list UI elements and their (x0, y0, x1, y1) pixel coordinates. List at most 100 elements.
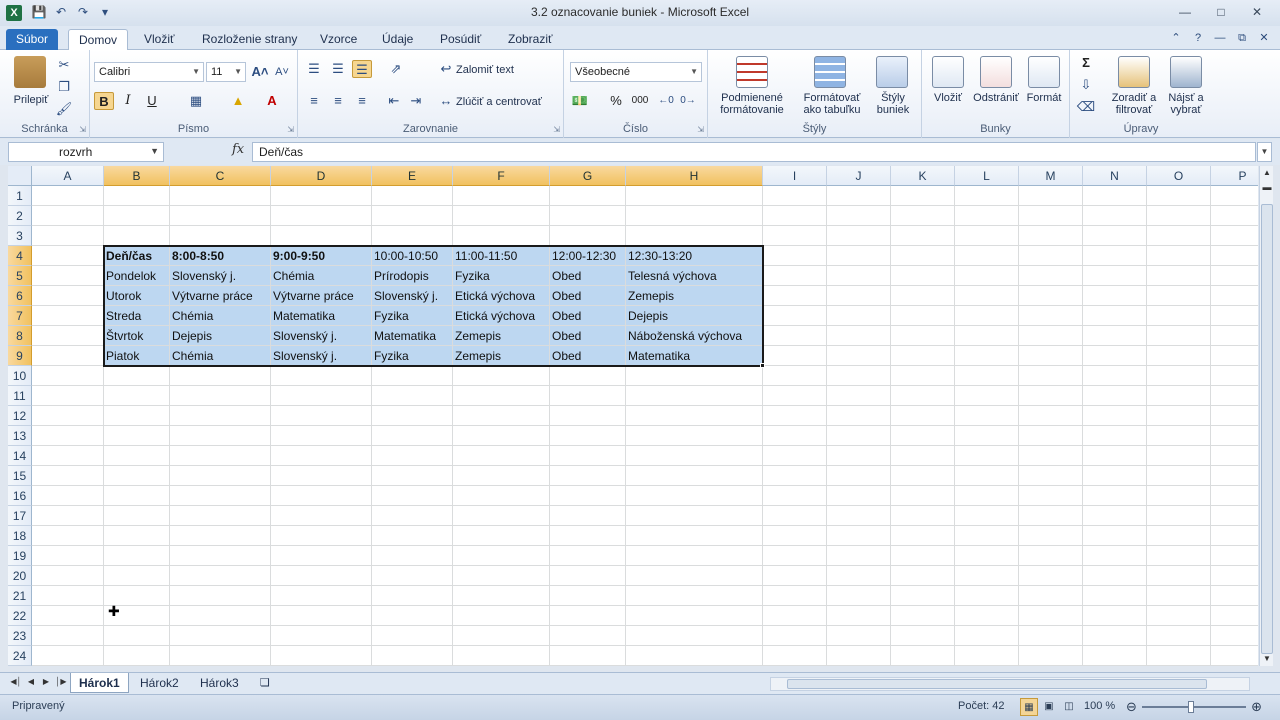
table-cell[interactable]: Utorok (104, 286, 170, 306)
row-header-9[interactable]: 9 (8, 346, 32, 366)
column-header-d[interactable]: D (271, 166, 372, 186)
delete-cells-button[interactable]: Odstrániť (970, 92, 1022, 104)
autosum-icon[interactable]: Σ (1076, 54, 1096, 72)
table-cell[interactable]: Náboženská výchova (626, 326, 763, 346)
row-header-12[interactable]: 12 (8, 406, 32, 426)
table-cell[interactable]: Fyzika (372, 306, 453, 326)
number-dialog-launcher-icon[interactable]: ⇲ (697, 125, 704, 134)
conditional-formatting-button[interactable]: Podmienené formátovanie (710, 92, 794, 116)
percent-button[interactable]: % (606, 92, 626, 110)
column-header-m[interactable]: M (1019, 166, 1083, 186)
align-top-icon[interactable]: ☰ (304, 60, 324, 78)
row-header-18[interactable]: 18 (8, 526, 32, 546)
column-header-n[interactable]: N (1083, 166, 1147, 186)
table-cell[interactable]: Piatok (104, 346, 170, 366)
row-header-14[interactable]: 14 (8, 446, 32, 466)
column-header-j[interactable]: J (827, 166, 891, 186)
row-header-10[interactable]: 10 (8, 366, 32, 386)
zoom-in-icon[interactable]: ⊕ (1251, 699, 1262, 715)
row-header-20[interactable]: 20 (8, 566, 32, 586)
table-cell[interactable]: Prírodopis (372, 266, 453, 286)
row-header-15[interactable]: 15 (8, 466, 32, 486)
tab-home[interactable]: Domov (68, 29, 129, 51)
table-cell[interactable]: Obed (550, 326, 626, 346)
orientation-icon[interactable]: ⇗ (386, 60, 406, 78)
table-cell[interactable]: Fyzika (453, 266, 550, 286)
font-size-select[interactable]: 11 ▼ (206, 62, 246, 82)
next-sheet-icon[interactable]: ▶ (40, 677, 52, 686)
scroll-down-icon[interactable]: ▼ (1260, 652, 1274, 666)
table-cell[interactable]: Etická výchova (453, 306, 550, 326)
wrap-text-icon[interactable]: ↩ (436, 60, 456, 78)
table-cell[interactable]: Slovenský j. (372, 286, 453, 306)
table-cell[interactable]: Chémia (170, 306, 271, 326)
zoom-out-icon[interactable]: ⊖ (1126, 699, 1137, 715)
table-cell[interactable]: Fyzika (372, 346, 453, 366)
row-header-21[interactable]: 21 (8, 586, 32, 606)
conditional-formatting-icon[interactable] (736, 56, 768, 88)
paste-button[interactable]: Prilepiť (6, 94, 56, 106)
column-header-e[interactable]: E (372, 166, 453, 186)
borders-icon[interactable]: ▦ (186, 92, 206, 110)
clipboard-dialog-launcher-icon[interactable]: ⇲ (79, 125, 86, 134)
page-layout-view-icon[interactable]: ▣ (1040, 698, 1058, 716)
increase-indent-icon[interactable]: ⇥ (406, 92, 426, 110)
sheet-tab-3[interactable]: Hárok3 (192, 673, 247, 693)
column-header-a[interactable]: A (32, 166, 104, 186)
align-left-icon[interactable]: ≡ (304, 92, 324, 110)
row-header-23[interactable]: 23 (8, 626, 32, 646)
format-cells-icon[interactable] (1028, 56, 1060, 88)
name-box[interactable]: rozvrh ▼ (8, 142, 164, 162)
format-as-table-icon[interactable] (814, 56, 846, 88)
italic-button[interactable]: I (118, 92, 138, 110)
alignment-dialog-launcher-icon[interactable]: ⇲ (553, 125, 560, 134)
row-header-5[interactable]: 5 (8, 266, 32, 286)
tab-page-layout[interactable]: Rozloženie strany (192, 29, 307, 50)
find-select-icon[interactable] (1170, 56, 1202, 88)
minimize-ribbon-icon[interactable]: ⌃ (1168, 30, 1184, 46)
merge-center-button[interactable]: Zlúčiť a centrovať (456, 96, 542, 108)
insert-function-icon[interactable]: fx (232, 142, 244, 157)
row-header-24[interactable]: 24 (8, 646, 32, 666)
page-break-view-icon[interactable]: ◫ (1060, 698, 1078, 716)
worksheet-grid[interactable]: A B C D E F G H I J K L M N O P 1 2 3 4 5 6 7 8 9 10 11 12 13 14 15 16 1… (8, 166, 1258, 666)
column-header-p[interactable]: P (1211, 166, 1258, 186)
table-cell[interactable]: Chémia (170, 346, 271, 366)
table-header-cell[interactable]: 9:00-9:50 (271, 246, 372, 266)
tab-formulas[interactable]: Vzorce (310, 29, 367, 50)
first-sheet-icon[interactable]: ◀│ (10, 677, 22, 686)
font-dialog-launcher-icon[interactable]: ⇲ (287, 125, 294, 134)
table-header-cell[interactable]: Deň/čas (104, 246, 170, 266)
decrease-decimal-icon[interactable]: 0→ (678, 92, 698, 110)
table-cell[interactable]: Pondelok (104, 266, 170, 286)
table-cell[interactable]: Etická výchova (453, 286, 550, 306)
copy-icon[interactable]: ❐ (54, 78, 74, 96)
scroll-up-icon[interactable]: ▲ (1260, 166, 1274, 180)
sheet-tab-2[interactable]: Hárok2 (132, 673, 187, 693)
table-cell[interactable]: Chémia (271, 266, 372, 286)
paste-icon[interactable] (14, 56, 46, 88)
column-header-k[interactable]: K (891, 166, 955, 186)
zoom-level[interactable]: 100 % (1084, 700, 1115, 712)
table-cell[interactable]: Výtvarne práce (271, 286, 372, 306)
sort-filter-button[interactable]: Zoradiť a filtrovať (1104, 92, 1164, 116)
workbook-restore-icon[interactable]: ⧉ (1234, 30, 1250, 46)
table-cell[interactable]: Telesná výchova (626, 266, 763, 286)
decrease-indent-icon[interactable]: ⇤ (384, 92, 404, 110)
tab-view[interactable]: Zobraziť (498, 29, 563, 50)
workbook-close-icon[interactable]: ✕ (1256, 30, 1272, 46)
table-cell[interactable]: Zemepis (626, 286, 763, 306)
table-cell[interactable]: Dejepis (626, 306, 763, 326)
tab-review[interactable]: Posúdiť (430, 29, 491, 50)
maximize-icon[interactable]: □ (1206, 3, 1236, 21)
table-cell[interactable]: Slovenský j. (271, 346, 372, 366)
formula-input[interactable]: Deň/čas (252, 142, 1256, 162)
table-cell[interactable]: Matematika (626, 346, 763, 366)
row-header-2[interactable]: 2 (8, 206, 32, 226)
column-header-b[interactable]: B (104, 166, 170, 186)
font-color-icon[interactable]: A (262, 92, 282, 110)
thousands-separator-button[interactable]: 000 (630, 92, 650, 110)
table-cell[interactable]: Zemepis (453, 326, 550, 346)
insert-cells-button[interactable]: Vložiť (926, 92, 970, 104)
table-cell[interactable]: Matematika (271, 306, 372, 326)
